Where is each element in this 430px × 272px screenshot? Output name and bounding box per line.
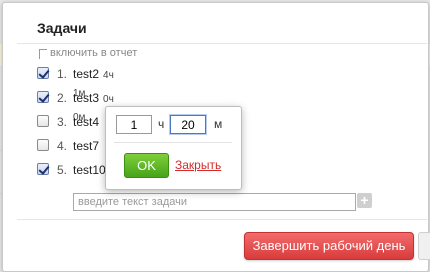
task-include-checkbox[interactable]	[37, 115, 49, 127]
new-task-input[interactable]	[73, 193, 356, 211]
finish-workday-button[interactable]: Завершить рабочий день	[244, 232, 414, 260]
task-include-checkbox[interactable]	[37, 139, 49, 151]
task-number: 5.	[57, 163, 68, 177]
task-number: 1.	[57, 67, 68, 81]
task-name: test2	[73, 67, 100, 81]
tasks-dialog: Задачи включить в отчет 1. test2 4ч 1м 2.…	[2, 2, 430, 272]
minutes-input[interactable]	[170, 115, 206, 134]
task-number: 3.	[57, 115, 68, 129]
plus-icon[interactable]: +	[357, 193, 372, 208]
title-divider	[17, 43, 427, 44]
task-include-checkbox[interactable]	[37, 67, 49, 79]
close-link[interactable]: Закрыть	[175, 158, 221, 172]
task-include-checkbox[interactable]	[37, 163, 49, 175]
minutes-unit-label: м	[214, 117, 223, 131]
ok-button[interactable]: OK	[124, 153, 169, 178]
task-name[interactable]: test4	[73, 114, 99, 130]
hours-unit-label: ч	[158, 117, 165, 131]
popup-divider	[114, 142, 232, 143]
task-name: test3	[73, 91, 100, 105]
time-edit-popup: ч м OK Закрыть	[105, 106, 242, 190]
include-in-report-label: включить в отчет	[39, 47, 137, 59]
adjacent-button-edge[interactable]	[418, 232, 430, 260]
corner-arrow-icon	[39, 49, 47, 59]
task-include-checkbox[interactable]	[37, 91, 49, 103]
dialog-title: Задачи	[37, 20, 87, 36]
task-name[interactable]: test7	[73, 138, 99, 154]
task-name[interactable]: test10	[73, 162, 106, 178]
task-number: 2.	[57, 91, 68, 105]
footer-divider	[17, 219, 427, 220]
new-task-row: +	[73, 192, 372, 211]
task-number: 4.	[57, 139, 68, 153]
hours-input[interactable]	[116, 115, 152, 134]
